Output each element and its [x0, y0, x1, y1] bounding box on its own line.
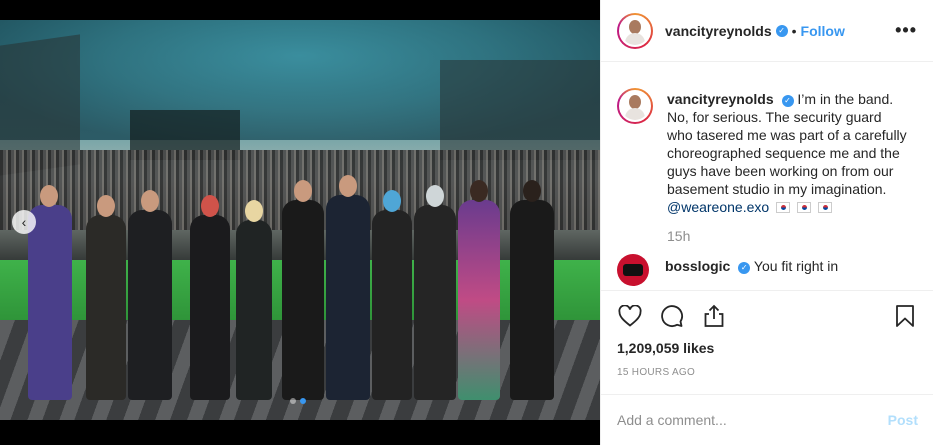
photo-people	[0, 170, 600, 400]
more-options-button[interactable]: •••	[895, 20, 917, 41]
post-timestamp[interactable]: 15 HOURS AGO	[617, 367, 695, 378]
header-avatar-ring[interactable]	[617, 12, 653, 49]
verified-badge-icon: ✓	[738, 262, 751, 274]
verified-badge-icon: ✓	[775, 24, 788, 37]
header-username[interactable]: vancityreynolds	[665, 23, 772, 39]
comments-list[interactable]: vancityreynolds ✓ I’m in the band. No, f…	[601, 62, 933, 290]
comment-text: You fit right in	[753, 258, 839, 274]
verified-badge-icon: ✓	[781, 95, 794, 107]
comment-username[interactable]: bosslogic	[665, 258, 730, 274]
follow-button[interactable]: Follow	[801, 23, 845, 39]
comment-icon[interactable]	[659, 303, 685, 329]
carousel-dot[interactable]	[290, 398, 296, 404]
korea-flag-icon	[796, 202, 811, 213]
avatar	[619, 90, 651, 122]
add-comment-input[interactable]	[617, 412, 888, 428]
post-header: vancityreynolds ✓ • Follow •••	[601, 0, 933, 62]
share-icon[interactable]	[701, 303, 727, 329]
photo-structure-right	[440, 60, 600, 160]
carousel-dot-active[interactable]	[300, 398, 306, 404]
post-actions	[601, 290, 933, 340]
likes-count[interactable]: 1,209,059 likes	[617, 340, 714, 356]
carousel-prev-button[interactable]: ‹	[12, 210, 36, 234]
post-panel: vancityreynolds ✓ • Follow ••• vancityre…	[600, 0, 933, 445]
caption-username[interactable]: vancityreynolds	[667, 91, 774, 107]
header-separator: •	[791, 22, 797, 39]
korea-flag-icon	[776, 202, 791, 213]
bookmark-icon[interactable]	[892, 303, 918, 329]
add-comment-bar: Post	[601, 394, 933, 445]
korea-flag-icon	[817, 202, 832, 213]
comment-body: bosslogic ✓ You fit right in	[665, 258, 838, 274]
heart-icon[interactable]	[617, 303, 643, 329]
caption-body: vancityreynolds ✓ I’m in the band. No, f…	[667, 90, 907, 216]
caption-age[interactable]: 15h	[667, 228, 918, 244]
commenter-avatar[interactable]	[617, 254, 649, 286]
caption-mention[interactable]: @weareone.exo	[667, 199, 769, 215]
post-photo[interactable]	[0, 20, 600, 420]
comment-item: bosslogic ✓ You fit right in	[617, 254, 918, 286]
caption: vancityreynolds ✓ I’m in the band. No, f…	[617, 88, 918, 216]
post-media: ‹	[0, 0, 600, 445]
post-comment-button[interactable]: Post	[888, 412, 918, 428]
chevron-left-icon: ‹	[21, 214, 27, 230]
avatar	[619, 14, 651, 47]
caption-avatar-ring[interactable]	[617, 88, 653, 124]
carousel-dots	[290, 398, 306, 404]
